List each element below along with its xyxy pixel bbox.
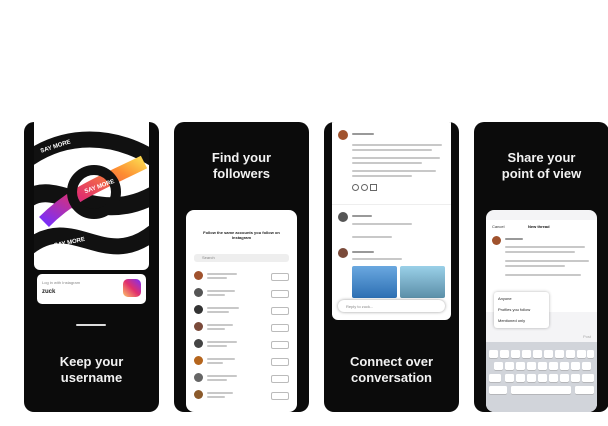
avatar — [194, 322, 203, 331]
follow-button[interactable] — [271, 341, 289, 349]
phone-screen: Cancel New thread Anyone Profiles you fo… — [486, 210, 597, 412]
screen-title: Follow the same accounts you follow on I… — [203, 230, 280, 240]
follow-button[interactable] — [271, 307, 289, 315]
promo-card-find-followers: Find your followers Follow the same acco… — [174, 122, 309, 412]
avatar — [338, 130, 348, 140]
follow-button[interactable] — [271, 392, 289, 400]
instagram-login-card[interactable]: Log in with Instagram zuck — [37, 274, 146, 304]
compose-header: Cancel New thread — [486, 220, 597, 232]
promo-card-share-point-of-view: Share your point of view Cancel New thre… — [474, 122, 608, 412]
search-placeholder: Search — [202, 255, 215, 260]
card-caption: Keep your username — [59, 354, 124, 385]
list-item[interactable] — [194, 372, 289, 384]
follow-button[interactable] — [271, 273, 289, 281]
follow-button[interactable] — [271, 324, 289, 332]
avatar — [194, 373, 203, 382]
list-item[interactable] — [194, 321, 289, 333]
phone-screen: Follow the same accounts you follow on I… — [186, 210, 297, 412]
instagram-icon — [123, 279, 141, 297]
thread-post-card — [332, 122, 451, 320]
promo-card-keep-username: SAY MORE SAY MORE SAY MORE Log in with I… — [24, 122, 159, 412]
list-item[interactable] — [194, 338, 289, 350]
search-input[interactable]: Search — [194, 254, 289, 262]
reply-input[interactable]: Reply to zuck... — [338, 300, 445, 312]
list-item[interactable] — [194, 287, 289, 299]
cancel-button[interactable]: Cancel — [492, 224, 504, 229]
post-image-1 — [352, 266, 397, 298]
new-thread-title: New thread — [528, 224, 550, 229]
reply-placeholder: Reply to zuck... — [346, 304, 374, 309]
avatar — [194, 271, 203, 280]
list-item[interactable] — [194, 389, 289, 401]
like-icon[interactable] — [352, 184, 359, 191]
post-button[interactable]: Post — [583, 334, 591, 339]
post-image-2 — [400, 266, 445, 298]
threads-art: SAY MORE SAY MORE SAY MORE — [34, 122, 149, 270]
avatar — [194, 356, 203, 365]
list-item[interactable] — [194, 355, 289, 367]
promo-card-connect-conversation: Reply to zuck... Connect over conversati… — [324, 122, 459, 412]
login-label: Log in with Instagram — [42, 280, 81, 285]
list-item[interactable] — [194, 304, 289, 316]
card-caption: Find your followers — [211, 150, 272, 181]
list-item[interactable] — [194, 270, 289, 282]
audience-option[interactable]: Profiles you follow — [498, 307, 530, 312]
follow-button[interactable] — [271, 375, 289, 383]
home-indicator — [76, 324, 106, 326]
follow-button[interactable] — [271, 358, 289, 366]
follow-button[interactable] — [271, 290, 289, 298]
card-caption: Share your point of view — [501, 150, 582, 181]
avatar — [194, 390, 203, 399]
audience-menu[interactable]: Anyone Profiles you follow Mentioned onl… — [494, 292, 549, 328]
comment-icon[interactable] — [361, 184, 368, 191]
avatar — [194, 288, 203, 297]
keyboard[interactable] — [486, 342, 597, 412]
card-caption: Connect over conversation — [349, 354, 434, 385]
avatar — [194, 339, 203, 348]
audience-option[interactable]: Mentioned only — [498, 318, 525, 323]
audience-option[interactable]: Anyone — [498, 296, 512, 301]
username-text: zuck — [42, 289, 56, 295]
repost-icon[interactable] — [370, 184, 377, 191]
avatar — [492, 236, 501, 245]
avatar — [338, 248, 348, 258]
avatar — [338, 212, 348, 222]
avatar — [194, 305, 203, 314]
